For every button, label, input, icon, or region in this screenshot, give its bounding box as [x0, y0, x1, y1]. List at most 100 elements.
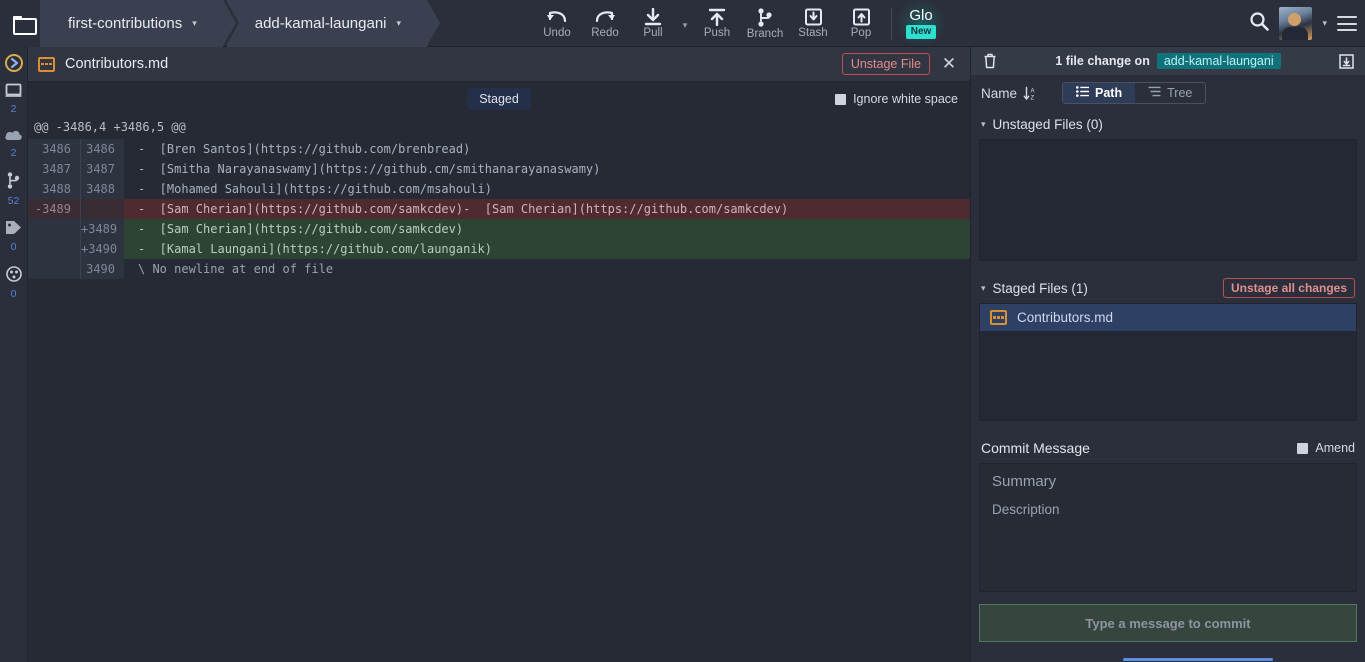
pop-label: Pop	[851, 27, 871, 39]
file-change-count-label: 1 file change on	[1055, 54, 1149, 68]
description-placeholder: Description	[992, 502, 1344, 517]
breadcrumb-repo[interactable]: first-contributions ▾	[40, 0, 223, 47]
trash-icon[interactable]	[979, 53, 1001, 69]
pop-button[interactable]: Pop	[837, 0, 885, 47]
chevron-down-icon: ▾	[981, 119, 986, 130]
view-mode-toggle: Path Tree	[1062, 82, 1206, 104]
rail-item-local[interactable]: 2	[5, 83, 22, 115]
unstage-all-changes-button[interactable]: Unstage all changes	[1223, 278, 1355, 298]
undo-button[interactable]: Undo	[533, 0, 581, 47]
diff-row-ctx[interactable]: 34883488- [Mohamed Sahouli](https://gith…	[28, 179, 970, 199]
diff-subheader: Staged Ignore white space	[28, 82, 970, 116]
diff-row-add[interactable]: +3490- [Kamal Laungani](https://github.c…	[28, 239, 970, 259]
amend-checkbox[interactable]: Amend	[1297, 441, 1355, 455]
commit-message-header: Commit Message Amend	[971, 433, 1365, 463]
view-mode-tree-label: Tree	[1167, 86, 1192, 100]
push-button[interactable]: Push	[693, 0, 741, 47]
hamburger-menu-icon[interactable]	[1337, 16, 1357, 31]
box-arrow-down-icon	[804, 8, 823, 26]
commit-button-label: Type a message to commit	[1085, 616, 1250, 631]
top-right-controls: ▾	[1249, 0, 1357, 47]
breadcrumb-repo-label: first-contributions	[68, 15, 182, 32]
commit-message-input[interactable]: Summary Description	[979, 463, 1357, 592]
unstaged-files-header[interactable]: ▾ Unstaged Files (0)	[971, 111, 1365, 137]
top-toolbar: first-contributions ▾ add-kamal-laungani…	[0, 0, 1365, 47]
checkbox-box	[835, 94, 846, 105]
file-list-controls: Name AZ Path Tree	[971, 75, 1365, 111]
diff-new-line-number: 3487	[80, 159, 124, 179]
diff-line-text: - [Kamal Laungani](https://github.com/la…	[124, 239, 970, 259]
diff-header: Contributors.md Unstage File ✕	[28, 47, 970, 82]
search-icon[interactable]	[1249, 11, 1269, 36]
submodule-icon	[6, 266, 22, 287]
chevron-down-icon[interactable]: ▾	[1322, 18, 1327, 29]
diff-old-line-number	[28, 239, 80, 259]
undo-label: Undo	[543, 27, 571, 39]
close-icon[interactable]: ✕	[936, 54, 962, 74]
commit-message-title: Commit Message	[981, 440, 1090, 456]
diff-old-line-number: -3489	[28, 199, 80, 219]
svg-text:A: A	[1031, 88, 1035, 94]
unstaged-files-title: Unstaged Files (0)	[993, 117, 1103, 132]
chevron-down-icon: ▾	[981, 283, 986, 294]
staged-files-list[interactable]: Contributors.md	[979, 303, 1357, 421]
horizontal-scrollbar[interactable]	[1123, 658, 1273, 661]
rail-item-submodules[interactable]: 0	[6, 266, 22, 300]
diff-line-text: - [Bren Santos](https://github.com/brenb…	[124, 139, 970, 159]
ignore-white-space-checkbox[interactable]: Ignore white space	[835, 92, 958, 106]
branch-icon	[6, 172, 21, 194]
diff-row-add[interactable]: +3489- [Sam Cherian](https://github.com/…	[28, 219, 970, 239]
diff-new-line-number	[80, 199, 124, 219]
remote-cloud-icon	[4, 128, 23, 146]
view-mode-path[interactable]: Path	[1063, 83, 1135, 103]
branch-icon	[756, 8, 774, 27]
diff-line-text: - [Sam Cherian](https://github.com/samkc…	[124, 199, 970, 219]
redo-arrow-icon	[594, 8, 616, 26]
stage-all-icon[interactable]	[1335, 54, 1357, 69]
diff-row-del[interactable]: -3489 - [Sam Cherian](https://github.com/…	[28, 199, 970, 219]
rail-item-branches[interactable]: 52	[6, 172, 21, 207]
diff-new-line-number: +3489	[80, 219, 124, 239]
staged-files-title: Staged Files (1)	[993, 281, 1088, 296]
breadcrumb-branch[interactable]: add-kamal-laungani ▾	[227, 0, 427, 47]
diff-row-ctx[interactable]: 34873487- [Smitha Narayanaswamy](https:/…	[28, 159, 970, 179]
gitkraken-window: first-contributions ▾ add-kamal-laungani…	[0, 0, 1365, 662]
local-repo-icon	[5, 83, 22, 102]
staged-file-row[interactable]: Contributors.md	[980, 304, 1356, 331]
pull-button[interactable]: Pull	[629, 0, 677, 47]
checkbox-box	[1297, 443, 1308, 454]
diff-line-text: - [Sam Cherian](https://github.com/samkc…	[124, 219, 970, 239]
rail-count-remote: 2	[11, 147, 17, 159]
diff-empty-area	[28, 279, 970, 609]
stash-button[interactable]: Stash	[789, 0, 837, 47]
pull-label: Pull	[643, 27, 662, 39]
diff-rows: 34863486- [Bren Santos](https://github.c…	[28, 139, 970, 279]
repo-breadcrumb-tabs: first-contributions ▾ add-kamal-laungani…	[0, 0, 427, 47]
redo-button[interactable]: Redo	[581, 0, 629, 47]
glo-button[interactable]: Glo New	[898, 1, 944, 45]
expand-panel-icon[interactable]	[4, 53, 24, 73]
amend-label: Amend	[1315, 441, 1355, 455]
rail-item-tags[interactable]: 0	[5, 220, 22, 253]
view-mode-tree[interactable]: Tree	[1135, 83, 1205, 103]
glo-new-badge: New	[906, 25, 937, 39]
staged-tab[interactable]: Staged	[467, 88, 531, 110]
arrow-down-to-line-icon	[643, 8, 663, 26]
arrow-up-from-line-icon	[707, 8, 727, 26]
chevron-down-icon: ▾	[397, 18, 402, 29]
commit-panel-header: 1 file change on add-kamal-laungani	[971, 47, 1365, 75]
branch-button[interactable]: Branch	[741, 0, 789, 47]
unstaged-files-list[interactable]	[979, 139, 1357, 261]
rail-item-remote[interactable]: 2	[4, 128, 23, 159]
pull-dropdown-caret[interactable]: ▾	[677, 0, 693, 47]
unstage-file-button[interactable]: Unstage File	[842, 53, 930, 75]
avatar[interactable]	[1279, 7, 1312, 40]
staged-files-header[interactable]: ▾ Staged Files (1) Unstage all changes	[971, 275, 1365, 301]
diff-row-ctx[interactable]: 34863486- [Bren Santos](https://github.c…	[28, 139, 970, 159]
sort-az-descending-icon[interactable]: AZ	[1023, 86, 1038, 101]
action-toolbar: Undo Redo Pull ▾ Push Branch Stash	[533, 0, 944, 47]
diff-row-note[interactable]: 3490\ No newline at end of file	[28, 259, 970, 279]
undo-arrow-icon	[546, 8, 568, 26]
commit-button[interactable]: Type a message to commit	[979, 604, 1357, 642]
hunk-header: @@ -3486,4 +3486,5 @@	[28, 116, 970, 139]
